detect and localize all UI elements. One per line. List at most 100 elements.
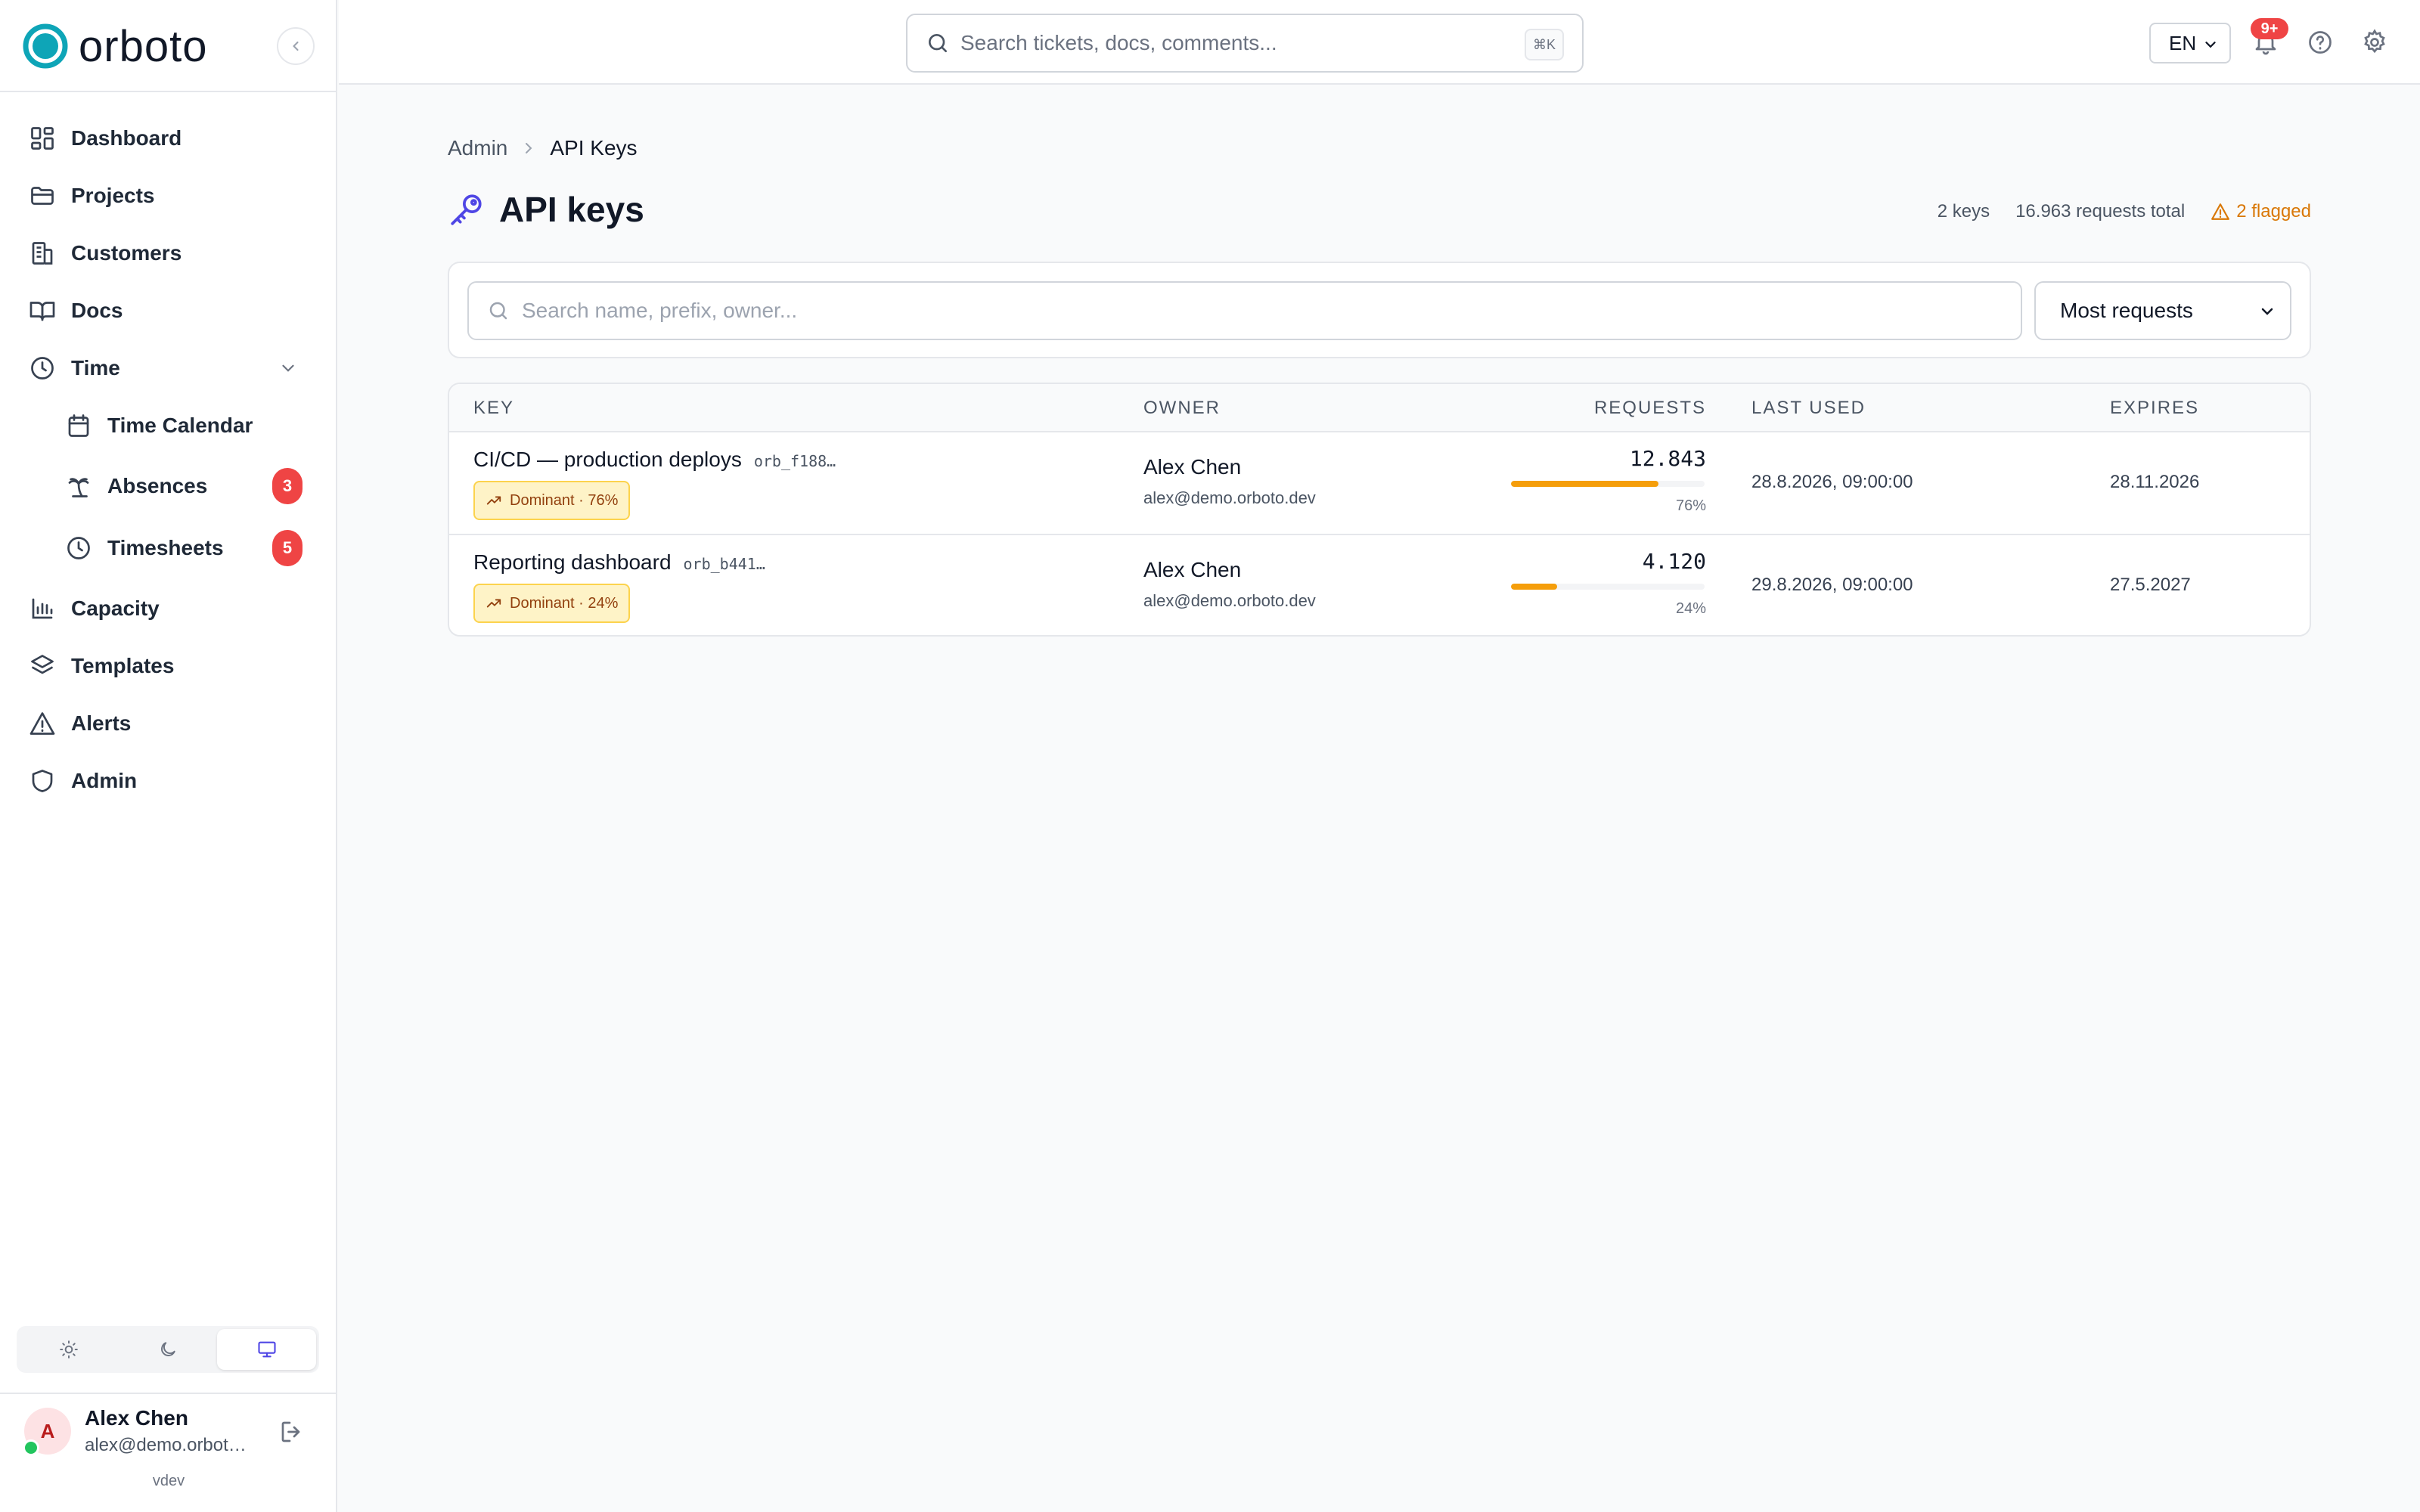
owner-email: alex@demo.orboto.dev xyxy=(1143,488,1316,507)
sidebar-item-docs[interactable]: Docs xyxy=(17,286,321,336)
brand[interactable]: orboto xyxy=(23,22,207,71)
sidebar-item-label: Dashboard xyxy=(71,126,182,150)
page-header: API keys xyxy=(448,189,644,230)
online-status-dot xyxy=(23,1439,39,1456)
sidebar-item-time[interactable]: Time xyxy=(17,343,321,393)
column-header-key[interactable]: Key xyxy=(473,398,514,419)
expires: 28.11.2026 xyxy=(2110,472,2200,492)
owner-name: Alex Chen xyxy=(1143,558,1242,581)
column-header-requests[interactable]: Requests xyxy=(1594,398,1706,419)
requests-count: 4.120 xyxy=(1642,549,1706,574)
collapse-sidebar-button[interactable] xyxy=(277,27,315,65)
key-name: Reporting dashboard xyxy=(473,550,672,574)
dominant-label: Dominant · 24% xyxy=(510,594,619,612)
last-used: 29.8.2026, 09:00:00 xyxy=(1751,575,1913,595)
clock-icon xyxy=(67,537,90,559)
chevron-down-icon xyxy=(2205,42,2216,48)
requests-total: 16.963 requests total xyxy=(2015,201,2186,222)
shield-icon xyxy=(32,770,53,792)
sidebar-item-templates[interactable]: Templates xyxy=(17,641,321,691)
key-name-cell: Reporting dashboard orb_b441… xyxy=(473,550,765,575)
language-select[interactable]: EN xyxy=(2149,23,2231,64)
trending-up-icon xyxy=(486,496,501,505)
sidebar-item-label: Time xyxy=(71,356,120,380)
sidebar-item-admin[interactable]: Admin xyxy=(17,756,321,806)
help-icon[interactable] xyxy=(2307,29,2334,56)
theme-light-button[interactable] xyxy=(20,1329,119,1370)
calendar-icon xyxy=(68,414,89,437)
sidebar-item-absences[interactable]: Absences 3 xyxy=(17,461,321,511)
moon-icon xyxy=(161,1342,175,1356)
sort-select[interactable]: Most requests xyxy=(2034,281,2291,340)
notifications-badge: 9+ xyxy=(2251,18,2288,39)
main-content: Admin API Keys API keys 2 keys 16.963 re… xyxy=(339,86,2420,1512)
layers-icon xyxy=(31,655,54,674)
key-search-input[interactable] xyxy=(522,299,2021,323)
search-icon xyxy=(929,34,947,52)
sidebar-item-alerts[interactable]: Alerts xyxy=(17,699,321,748)
sidebar-item-label: Time Calendar xyxy=(107,414,253,437)
warning-triangle-icon xyxy=(29,712,55,735)
theme-switch xyxy=(17,1326,319,1373)
theme-system-button[interactable] xyxy=(217,1329,317,1370)
table-row[interactable]: CI/CD — production deploys orb_f188… Domi… xyxy=(449,432,2310,534)
app-version: vdev xyxy=(152,1473,185,1489)
owner-email: alex@demo.orboto.dev xyxy=(1143,591,1316,610)
table-header: Key Owner Requests Last used Expires xyxy=(449,384,2310,432)
search-placeholder: Search tickets, docs, comments... xyxy=(960,31,1277,54)
page-title: API keys xyxy=(499,190,644,229)
key-prefix: orb_b441… xyxy=(683,555,765,573)
warning-triangle-icon xyxy=(2211,203,2230,220)
sidebar-item-projects[interactable]: Projects xyxy=(17,171,321,221)
sidebar: orboto Dashboard Projects Customers Docs… xyxy=(0,0,337,1512)
requests-count: 12.843 xyxy=(1629,446,1706,471)
palm-tree-icon xyxy=(68,478,89,497)
folder-icon xyxy=(31,187,54,205)
sort-value: Most requests xyxy=(2060,299,2193,322)
flagged-count: 2 flagged xyxy=(2236,201,2311,222)
orboto-logo-icon xyxy=(23,23,68,69)
sun-icon xyxy=(60,1340,79,1359)
requests-share-bar xyxy=(1511,481,1705,487)
column-header-owner[interactable]: Owner xyxy=(1143,398,1221,419)
bar-chart-icon xyxy=(32,598,53,619)
chevron-down-icon xyxy=(282,364,294,372)
search-icon xyxy=(489,302,507,320)
sidebar-item-timesheets[interactable]: Timesheets 5 xyxy=(17,523,321,573)
book-icon xyxy=(29,302,55,321)
chevron-down-icon xyxy=(2261,308,2273,315)
top-bar: Search tickets, docs, comments... ⌘K EN … xyxy=(339,0,2420,85)
sidebar-item-label: Docs xyxy=(71,299,123,322)
clock-icon xyxy=(31,357,54,380)
dashboard-grid-icon xyxy=(31,127,54,150)
table-row[interactable]: Reporting dashboard orb_b441… Dominant · … xyxy=(449,534,2310,635)
chevron-right-icon xyxy=(526,143,532,153)
gear-icon[interactable] xyxy=(2361,29,2388,56)
sidebar-item-label: Alerts xyxy=(71,711,132,735)
logout-icon[interactable] xyxy=(278,1418,306,1445)
timesheets-count-badge: 5 xyxy=(272,530,302,566)
key-name: CI/CD — production deploys xyxy=(473,448,742,471)
global-search-input[interactable]: Search tickets, docs, comments... ⌘K xyxy=(906,14,1584,73)
column-header-last-used[interactable]: Last used xyxy=(1751,398,1866,419)
key-name-cell: CI/CD — production deploys orb_f188… xyxy=(473,448,836,472)
column-header-expires[interactable]: Expires xyxy=(2110,398,2199,419)
user-name: Alex Chen xyxy=(85,1406,188,1430)
user-profile[interactable]: A Alex Chen alex@demo.orbot… xyxy=(23,1406,318,1459)
sidebar-item-capacity[interactable]: Capacity xyxy=(17,584,321,634)
owner-name: Alex Chen xyxy=(1143,455,1242,479)
dominant-label: Dominant · 76% xyxy=(510,491,619,509)
sidebar-item-label: Templates xyxy=(71,654,175,677)
monitor-icon xyxy=(258,1341,276,1358)
flagged-indicator[interactable]: 2 flagged xyxy=(2211,201,2311,222)
theme-dark-button[interactable] xyxy=(119,1329,218,1370)
trending-up-icon xyxy=(486,599,501,608)
sidebar-item-time-calendar[interactable]: Time Calendar xyxy=(17,401,321,451)
requests-share-fill xyxy=(1511,481,1658,487)
breadcrumb-admin-link[interactable]: Admin xyxy=(448,136,507,160)
key-prefix: orb_f188… xyxy=(753,452,836,470)
sidebar-item-dashboard[interactable]: Dashboard xyxy=(17,113,321,163)
sidebar-item-customers[interactable]: Customers xyxy=(17,228,321,278)
breadcrumb: Admin API Keys xyxy=(448,136,638,160)
key-search-field[interactable] xyxy=(467,281,2022,340)
